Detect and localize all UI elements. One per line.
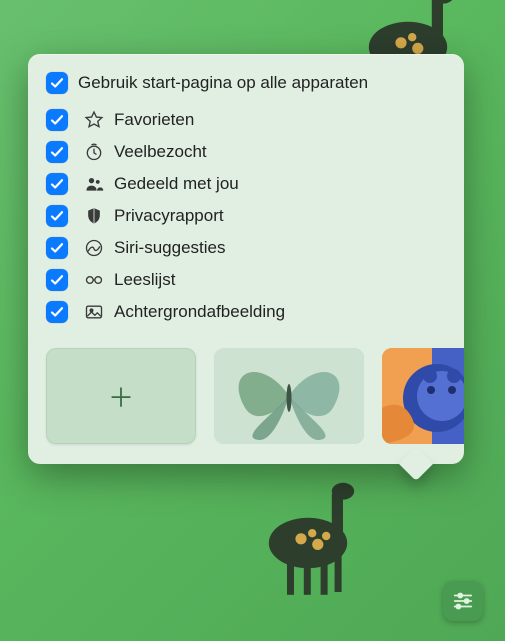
option-label: Achtergrondafbeelding: [114, 302, 285, 322]
option-use-startpage-all-devices[interactable]: Gebruik start-pagina op alle apparaten: [46, 68, 446, 104]
shield-icon: [84, 206, 104, 226]
siri-icon: [84, 238, 104, 258]
option-shared-with-you[interactable]: Gedeeld met jou: [46, 168, 446, 200]
option-siri-suggestions[interactable]: Siri-suggesties: [46, 232, 446, 264]
options-list: Gebruik start-pagina op alle apparaten F…: [28, 68, 464, 334]
glasses-icon: [84, 270, 104, 290]
checkbox[interactable]: [46, 269, 68, 291]
option-label: Gedeeld met jou: [114, 174, 239, 194]
people-icon: [84, 174, 104, 194]
checkbox[interactable]: [46, 173, 68, 195]
option-background-image[interactable]: Achtergrondafbeelding: [46, 296, 446, 328]
clock-icon: [84, 142, 104, 162]
background-thumbnails: ＋: [28, 334, 464, 464]
settings-toggle-button[interactable]: [443, 581, 483, 621]
option-favorites[interactable]: Favorieten: [46, 104, 446, 136]
option-frequently-visited[interactable]: Veelbezocht: [46, 136, 446, 168]
add-background-button[interactable]: ＋: [46, 348, 196, 444]
option-label: Favorieten: [114, 110, 194, 130]
giraffe-decoration: [245, 466, 385, 606]
option-label: Veelbezocht: [114, 142, 207, 162]
checkbox[interactable]: [46, 301, 68, 323]
sliders-icon: [452, 590, 474, 612]
background-thumbnail[interactable]: [214, 348, 364, 444]
checkbox[interactable]: [46, 205, 68, 227]
background-thumbnail[interactable]: [382, 348, 464, 444]
option-label: Siri-suggesties: [114, 238, 226, 258]
option-label: Privacyrapport: [114, 206, 224, 226]
checkbox[interactable]: [46, 141, 68, 163]
checkbox[interactable]: [46, 237, 68, 259]
startpage-settings-popover: Gebruik start-pagina op alle apparaten F…: [28, 54, 464, 464]
checkbox[interactable]: [46, 72, 68, 94]
option-label: Leeslijst: [114, 270, 175, 290]
image-icon: [84, 302, 104, 322]
option-reading-list[interactable]: Leeslijst: [46, 264, 446, 296]
plus-icon: ＋: [108, 378, 134, 415]
option-privacy-report[interactable]: Privacyrapport: [46, 200, 446, 232]
option-label: Gebruik start-pagina op alle apparaten: [78, 73, 368, 93]
checkbox[interactable]: [46, 109, 68, 131]
star-icon: [84, 110, 104, 130]
